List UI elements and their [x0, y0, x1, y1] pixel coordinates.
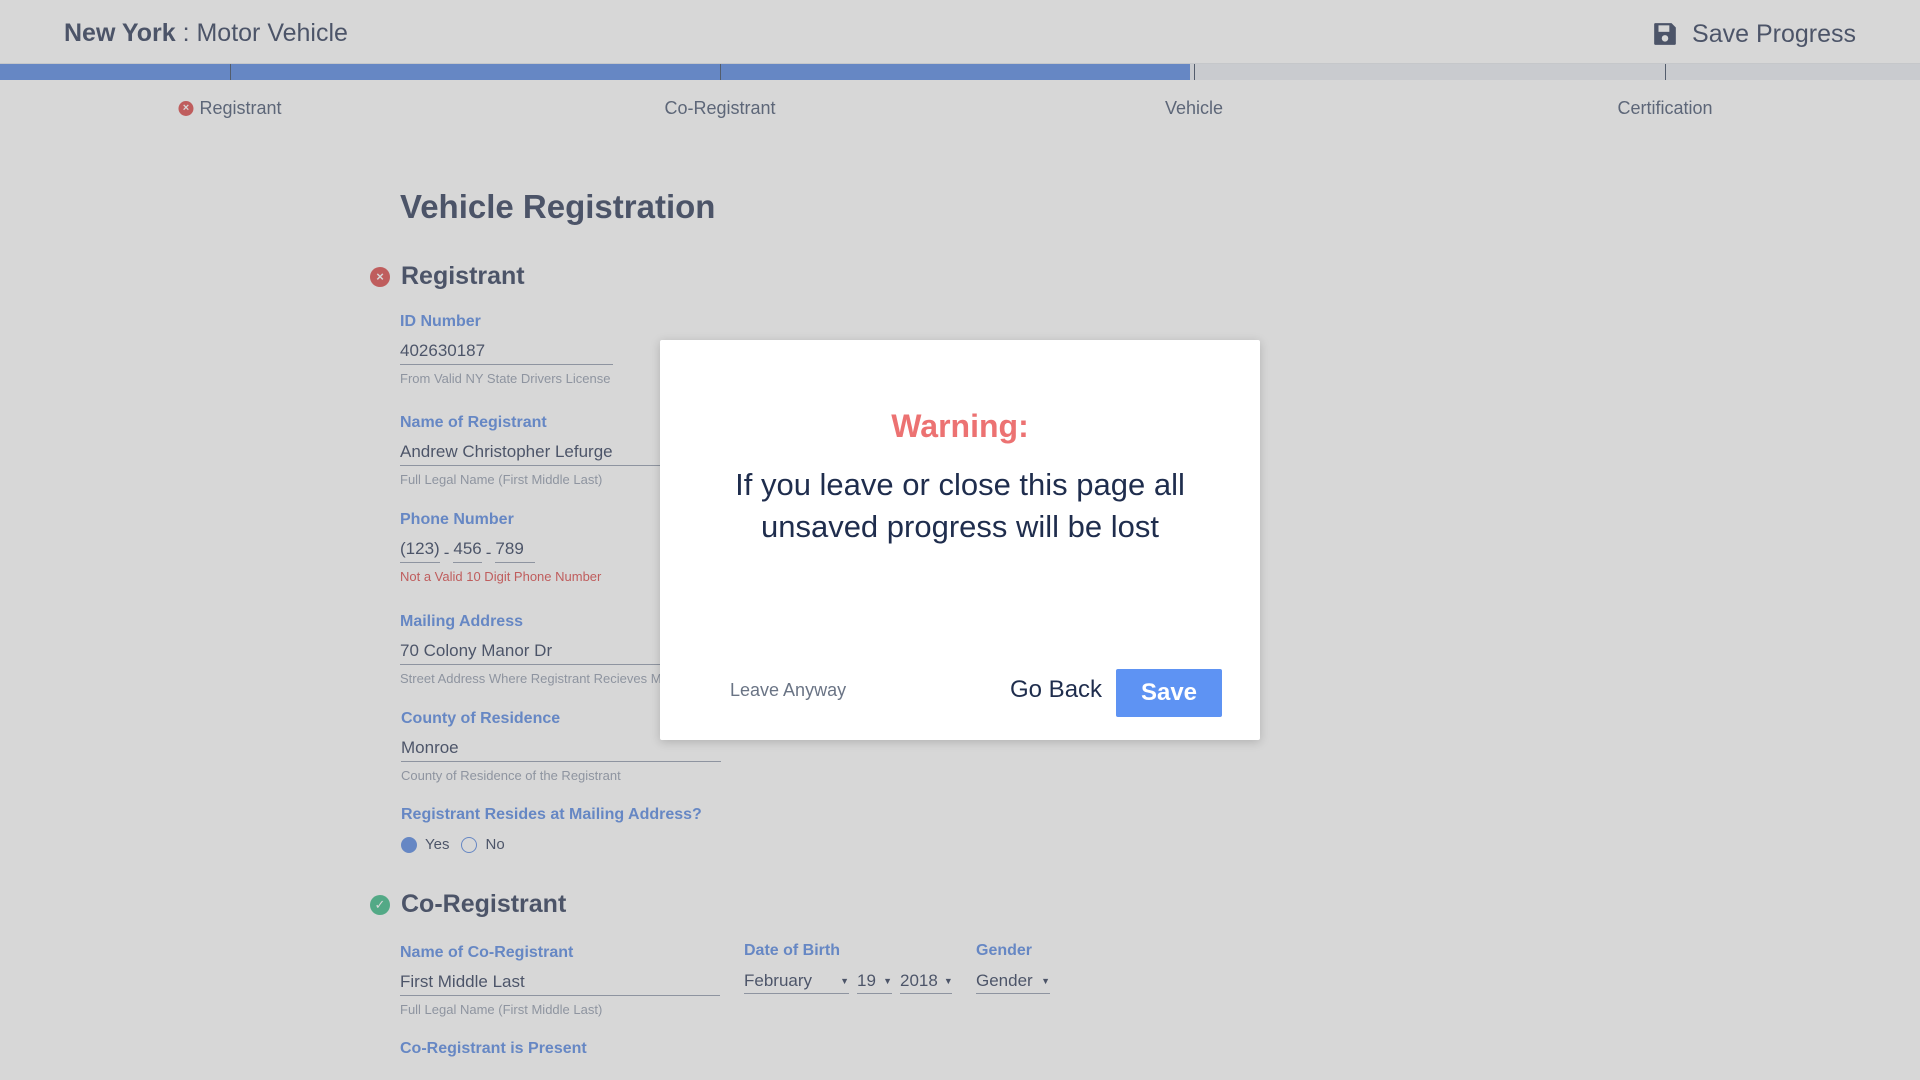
save-button[interactable]: Save — [1116, 669, 1222, 717]
dialog-message: If you leave or close this page all unsa… — [735, 467, 1185, 544]
leave-anyway-link[interactable]: Leave Anyway — [730, 680, 846, 701]
go-back-button[interactable]: Go Back — [1010, 676, 1102, 704]
warning-dialog: Warning: If you leave or close this page… — [660, 340, 1260, 740]
dialog-title: Warning: — [891, 408, 1029, 444]
